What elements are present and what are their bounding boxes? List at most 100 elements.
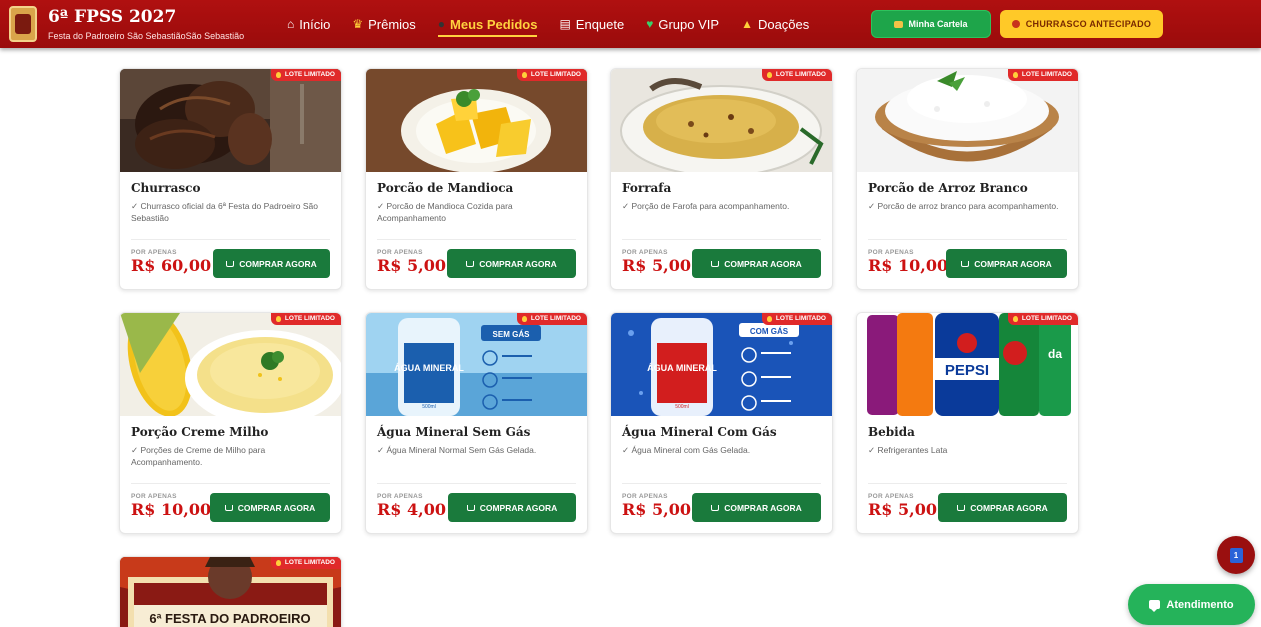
product-description: ✓ Porcão de arroz branco para acompanham… [868, 201, 1059, 211]
product-description: ✓ Porções de Creme de Milho para Acompan… [131, 445, 266, 467]
nav-grupo-vip-label: Grupo VIP [658, 16, 720, 32]
nav-doacoes[interactable]: ▲ Doações [741, 17, 809, 32]
product-card-arroz[interactable]: LOTE LIMITADO Porcão de Arroz Branco ✓ P… [856, 68, 1079, 290]
product-title: Bebida [868, 425, 915, 439]
cart-icon [961, 260, 970, 267]
churrasco-antecipado-button[interactable]: CHURRASCO ANTECIPADO [1000, 10, 1163, 38]
cart-icon [226, 260, 235, 267]
festa-poster-image: 6ª FESTA DO PADROEIRO LOTE LIMITADO [120, 557, 341, 627]
card-divider [622, 239, 821, 240]
card-divider [377, 483, 576, 484]
product-title: Forrafa [622, 181, 672, 195]
comprar-agora-button[interactable]: COMPRAR AGORA [692, 493, 821, 522]
home-icon: ⌂ [287, 17, 295, 31]
product-title: Porcão de Mandioca [377, 181, 514, 195]
trophy-icon: ♛ [352, 17, 364, 31]
main-nav: ⌂ Início ♛ Prêmios ● Meus Pedidos ▤ Enqu… [287, 14, 809, 37]
lote-limitado-badge: LOTE LIMITADO [761, 69, 832, 81]
product-price: R$ 10,00 [131, 500, 212, 519]
creme-milho-image: LOTE LIMITADO [120, 313, 341, 416]
nav-meus-pedidos[interactable]: ● Meus Pedidos [437, 16, 538, 37]
farofa-image: LOTE LIMITADO [611, 69, 832, 172]
site-subtitle: Festa do Padroeiro São SebastiãoSão Seba… [48, 31, 245, 41]
product-description: ✓ Água Mineral com Gás Gelada. [622, 445, 751, 455]
price-prefix: POR APENAS [868, 493, 914, 500]
lote-limitado-badge: LOTE LIMITADO [761, 313, 832, 325]
product-card-agua-sem-gas[interactable]: ÁGUA MINERAL 500ml SEM GÁS LOTE LIMITADO… [365, 312, 588, 534]
card-divider [131, 239, 330, 240]
product-card-mandioca[interactable]: LOTE LIMITADO Porcão de Mandioca ✓ Porcã… [365, 68, 588, 290]
top-header: 6ª FPSS 2027 Festa do Padroeiro São Seba… [0, 0, 1261, 48]
water-volume-text: 500ml [422, 404, 436, 410]
comprar-agora-label: COMPRAR AGORA [724, 258, 802, 269]
minha-cartela-label: Minha Cartela [908, 19, 968, 29]
price-prefix: POR APENAS [377, 493, 423, 500]
card-divider [377, 239, 576, 240]
price-prefix: POR APENAS [622, 249, 668, 256]
comprar-agora-label: COMPRAR AGORA [974, 258, 1052, 269]
festival-logo[interactable] [9, 6, 37, 42]
agua-sem-gas-image: ÁGUA MINERAL 500ml SEM GÁS LOTE LIMITADO [366, 313, 587, 416]
minha-cartela-button[interactable]: Minha Cartela [871, 10, 991, 38]
product-price: R$ 10,00 [868, 256, 949, 275]
product-price: R$ 4,00 [377, 500, 446, 519]
comprar-agora-button[interactable]: COMPRAR AGORA [447, 249, 576, 278]
poster-title-text: 6ª FESTA DO PADROEIRO [149, 611, 310, 626]
water-brand-text: ÁGUA MINERAL [647, 363, 717, 373]
product-title: Churrasco [131, 181, 201, 195]
comprar-agora-button[interactable]: COMPRAR AGORA [210, 493, 330, 522]
card-divider [868, 239, 1067, 240]
comprar-agora-button[interactable]: COMPRAR AGORA [692, 249, 821, 278]
product-price: R$ 5,00 [868, 500, 937, 519]
product-title: Água Mineral Sem Gás [377, 425, 531, 439]
product-card-forrafa[interactable]: LOTE LIMITADO Forrafa ✓ Porção de Farofa… [610, 68, 833, 290]
lote-limitado-badge: LOTE LIMITADO [1007, 69, 1078, 81]
lote-limitado-badge: LOTE LIMITADO [1007, 313, 1078, 325]
arroz-image: LOTE LIMITADO [857, 69, 1078, 172]
card-divider [622, 483, 821, 484]
product-card-bebida[interactable]: PEPSI da LOTE LIMITADO Bebida ✓ Refriger… [856, 312, 1079, 534]
nav-premios-label: Prêmios [368, 16, 416, 32]
water-volume-text: 500ml [675, 404, 689, 410]
comprar-agora-label: COMPRAR AGORA [970, 502, 1048, 513]
nav-enquete[interactable]: ▤ Enquete [559, 17, 624, 32]
product-card-poster[interactable]: 6ª FESTA DO PADROEIRO LOTE LIMITADO [119, 556, 342, 627]
card-divider [131, 483, 330, 484]
product-card-churrasco[interactable]: LOTE LIMITADO Churrasco ✓ Churrasco ofic… [119, 68, 342, 290]
nav-meus-pedidos-label: Meus Pedidos [450, 16, 538, 32]
orders-icon: ● [437, 17, 446, 31]
comprar-agora-button[interactable]: COMPRAR AGORA [946, 249, 1067, 278]
heart-icon: ♥ [646, 17, 654, 31]
nav-grupo-vip[interactable]: ♥ Grupo VIP [646, 17, 719, 32]
product-description: ✓ Água Mineral Normal Sem Gás Gelada. [377, 445, 537, 455]
meat-icon [1011, 20, 1020, 28]
pepsi-text: PEPSI [945, 362, 989, 379]
comprar-agora-button[interactable]: COMPRAR AGORA [213, 249, 330, 278]
comprar-agora-button[interactable]: COMPRAR AGORA [448, 493, 576, 522]
cart-icon [711, 504, 720, 511]
sem-gas-text: SEM GÁS [493, 330, 531, 339]
comprar-agora-label: COMPRAR AGORA [479, 502, 558, 513]
nav-premios[interactable]: ♛ Prêmios [352, 17, 415, 32]
product-description: ✓ Porção de Farofa para acompanhamento. [622, 201, 790, 211]
card-divider [868, 483, 1067, 484]
atendimento-button[interactable]: Atendimento [1128, 584, 1255, 625]
praying-hands-icon: ▲ [741, 17, 753, 31]
churrasco-antecipado-label: CHURRASCO ANTECIPADO [1025, 19, 1152, 29]
price-prefix: POR APENAS [131, 493, 177, 500]
comprar-agora-button[interactable]: COMPRAR AGORA [938, 493, 1067, 522]
price-prefix: POR APENAS [131, 249, 177, 256]
cart-icon [711, 260, 720, 267]
product-description: ✓ Churrasco oficial da 6ª Festa do Padro… [131, 201, 318, 223]
product-card-agua-com-gas[interactable]: ÁGUA MINERAL 500ml COM GÁS LOTE LIMITADO… [610, 312, 833, 534]
chat-icon [1149, 600, 1161, 612]
product-card-creme-milho[interactable]: LOTE LIMITADO Porção Creme Milho ✓ Porçõ… [119, 312, 342, 534]
product-title: Porcão de Arroz Branco [868, 181, 1028, 195]
nav-inicio[interactable]: ⌂ Início [287, 17, 330, 32]
product-price: R$ 5,00 [622, 256, 691, 275]
product-description: ✓ Refrigerantes Lata [868, 445, 948, 455]
notification-bubble[interactable]: 1 [1217, 536, 1255, 574]
site-title[interactable]: 6ª FPSS 2027 [48, 7, 176, 27]
poll-icon: ▤ [559, 17, 571, 31]
comprar-agora-label: COMPRAR AGORA [239, 258, 317, 269]
